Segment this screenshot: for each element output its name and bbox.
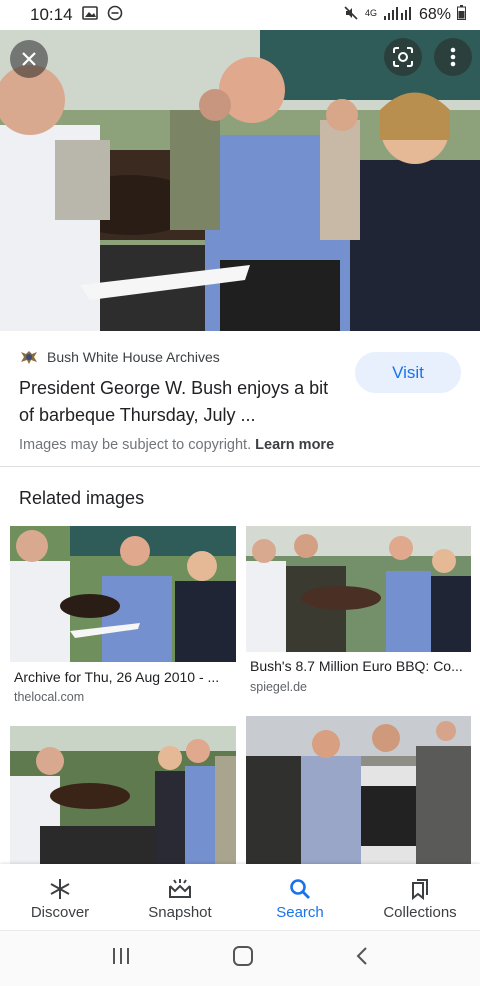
- related-image-3[interactable]: [10, 726, 236, 864]
- nav-snapshot[interactable]: Snapshot: [120, 864, 240, 930]
- source-name: Bush White House Archives: [47, 349, 220, 365]
- lens-icon: [393, 47, 413, 67]
- nav-discover[interactable]: Discover: [0, 864, 120, 930]
- status-time: 10:14: [30, 5, 73, 24]
- nav-discover-label: Discover: [30, 904, 90, 921]
- recent-apps-button[interactable]: [111, 947, 131, 970]
- visit-button[interactable]: Visit: [355, 352, 461, 393]
- lens-button[interactable]: [384, 38, 422, 76]
- more-options-button[interactable]: [434, 38, 472, 76]
- hero-image[interactable]: [0, 30, 480, 331]
- result-title[interactable]: President George W. Bush enjoys a bit of…: [19, 375, 339, 429]
- more-vert-icon: [450, 47, 456, 67]
- mute-icon: [343, 5, 359, 26]
- signal-icon: [383, 6, 413, 25]
- dnd-icon: [107, 5, 123, 26]
- home-button[interactable]: [232, 945, 254, 972]
- asterisk-icon: [48, 876, 72, 902]
- collections-icon: [408, 876, 432, 902]
- related-caption-2[interactable]: Bush's 8.7 Million Euro BBQ: Co...: [250, 658, 466, 674]
- close-icon: [22, 52, 36, 66]
- nav-search[interactable]: Search: [240, 864, 360, 930]
- presidential-seal-icon: [21, 351, 37, 364]
- network-type: 4G: [364, 7, 377, 18]
- copyright-text: Images may be subject to copyright.: [19, 437, 252, 453]
- gallery-notification-icon: [81, 5, 98, 25]
- battery-icon: [457, 5, 466, 25]
- related-image-4[interactable]: [246, 716, 471, 864]
- copyright-notice: Images may be subject to copyright. Lear…: [19, 437, 334, 453]
- back-button[interactable]: [355, 946, 369, 971]
- divider: [0, 466, 480, 467]
- bottom-navigation: Discover Snapshot Search Collections: [0, 864, 480, 930]
- search-icon: [288, 876, 312, 902]
- related-source-2: spiegel.de: [250, 680, 307, 694]
- system-navigation-bar: [0, 930, 480, 986]
- nav-snapshot-label: Snapshot: [148, 904, 212, 921]
- learn-more-link[interactable]: Learn more: [255, 437, 334, 453]
- close-button[interactable]: [10, 40, 48, 78]
- nav-search-label: Search: [276, 904, 324, 921]
- result-source[interactable]: Bush White House Archives: [19, 347, 220, 367]
- status-bar: 10:14 4G 68%: [0, 0, 480, 30]
- battery-percent: 68%: [418, 6, 451, 23]
- related-caption-1[interactable]: Archive for Thu, 26 Aug 2010 - ...: [14, 669, 230, 685]
- recent-apps-icon: [112, 948, 129, 964]
- related-image-2[interactable]: [246, 526, 471, 652]
- related-source-1: thelocal.com: [14, 690, 85, 704]
- nav-collections[interactable]: Collections: [360, 864, 480, 930]
- back-icon: [356, 947, 368, 965]
- nav-collections-label: Collections: [383, 904, 457, 921]
- related-images-heading: Related images: [19, 488, 145, 508]
- home-icon: [232, 946, 253, 966]
- related-image-1[interactable]: [10, 526, 236, 662]
- snapshot-icon: [167, 876, 193, 902]
